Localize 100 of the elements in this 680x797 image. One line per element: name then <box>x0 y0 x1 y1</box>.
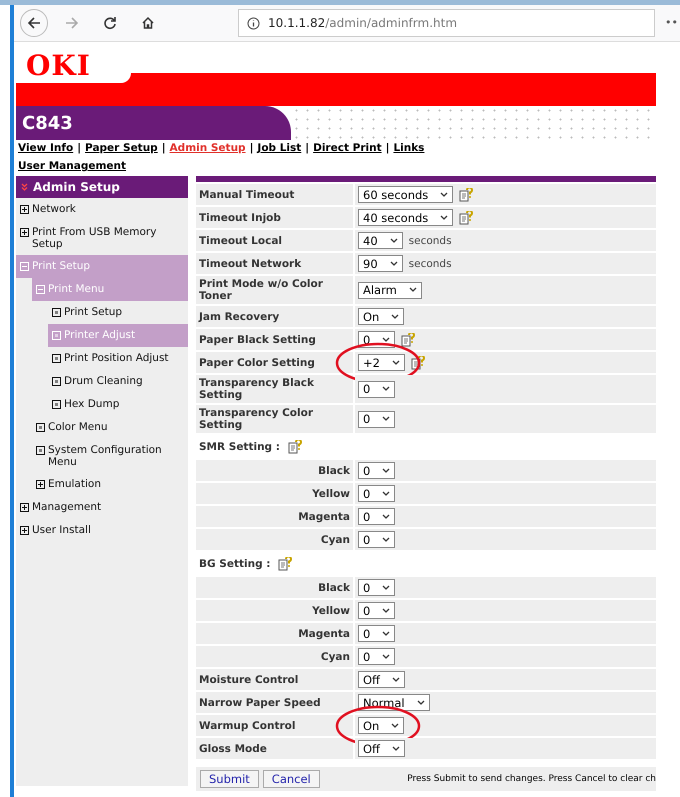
chevron-down-icon <box>391 722 400 728</box>
sidebar-item[interactable]: Print Setup <box>48 301 188 324</box>
expand-icon[interactable] <box>20 503 29 512</box>
setting-label: Transparency Color Setting <box>199 407 314 431</box>
select-field[interactable]: 0 <box>358 625 396 642</box>
sidebar-title: Admin Setup <box>16 176 188 198</box>
arrow-left-icon <box>27 16 41 30</box>
select-field[interactable]: 0 <box>358 602 396 619</box>
help-icon[interactable] <box>459 210 474 224</box>
page-icon[interactable] <box>52 400 61 409</box>
setting-label: Black <box>318 582 350 594</box>
select-field[interactable]: 0 <box>358 485 396 502</box>
select-field[interactable]: 0 <box>358 531 396 548</box>
select-field[interactable]: 0 <box>358 579 396 596</box>
separator: | <box>250 142 254 154</box>
select-field[interactable]: 90 <box>358 255 403 272</box>
page-icon[interactable] <box>52 354 61 363</box>
chevron-down-icon <box>382 536 390 542</box>
menu-icon[interactable]: •• <box>665 17 678 29</box>
setting-label: Cyan <box>320 534 350 546</box>
help-icon[interactable] <box>278 557 292 571</box>
nav-link[interactable]: Direct Print <box>313 142 382 154</box>
back-button[interactable] <box>20 9 48 37</box>
sidebar-item[interactable]: Hex Dump <box>48 393 188 416</box>
sidebar-item[interactable]: Drum Cleaning <box>48 370 188 393</box>
chevron-down-icon <box>382 336 390 342</box>
select-field[interactable]: 40 <box>358 232 403 249</box>
nav-link[interactable]: View Info <box>18 142 74 154</box>
help-icon[interactable] <box>410 356 425 370</box>
chevron-down-icon <box>382 654 390 660</box>
setting-label: Gloss Mode <box>199 742 267 754</box>
separator: | <box>77 142 82 154</box>
setting-label: Narrow Paper Speed <box>199 696 321 708</box>
sidebar-item[interactable]: System Configuration Menu <box>32 439 188 473</box>
chevron-down-icon <box>390 238 398 244</box>
cancel-button[interactable]: Cancel <box>262 770 320 788</box>
page-icon[interactable] <box>36 423 45 432</box>
setting-label: Paper Color Setting <box>199 356 315 368</box>
info-icon[interactable] <box>247 16 260 30</box>
select-field[interactable]: Off <box>358 740 405 757</box>
select-field[interactable]: 60 seconds <box>358 186 454 203</box>
select-field[interactable]: 0 <box>358 462 396 479</box>
section-label: BG Setting : <box>199 558 270 570</box>
setting-label: Jam Recovery <box>199 310 280 322</box>
sidebar-item[interactable]: Print Position Adjust <box>48 347 188 370</box>
sidebar-item[interactable]: Color Menu <box>32 416 188 439</box>
setting-label: Yellow <box>312 604 350 616</box>
nav-link[interactable]: User Management <box>18 160 126 172</box>
unit-label: seconds <box>408 258 452 270</box>
sidebar-item[interactable]: Emulation <box>32 473 188 496</box>
page-icon[interactable] <box>52 308 61 317</box>
chevron-down-icon <box>392 746 400 752</box>
nav-link[interactable]: Job List <box>257 142 302 154</box>
select-field[interactable]: Off <box>358 671 405 688</box>
select-field[interactable]: +2 <box>358 354 405 371</box>
nav-link[interactable]: Links <box>393 142 424 154</box>
setting-label: Cyan <box>320 650 350 662</box>
nav-link[interactable]: Admin Setup <box>170 142 246 154</box>
help-icon[interactable] <box>401 332 416 346</box>
page-icon[interactable] <box>36 446 45 455</box>
hint-text: Press Submit to send changes. Press Cancel to clear ch <box>407 773 656 785</box>
sidebar-item[interactable]: Management <box>16 496 188 519</box>
model-banner: C843 <box>16 106 291 140</box>
submit-button[interactable]: Submit <box>200 770 259 788</box>
chevron-down-icon <box>382 608 390 614</box>
chevron-down-icon <box>382 514 390 520</box>
separator: | <box>386 142 390 154</box>
select-field[interactable]: On <box>358 717 404 734</box>
chevron-icon <box>21 183 28 191</box>
help-icon[interactable] <box>459 188 474 202</box>
select-field[interactable]: On <box>358 308 404 325</box>
expand-icon[interactable] <box>36 480 45 489</box>
section-label: SMR Setting : <box>199 441 280 453</box>
help-icon[interactable] <box>288 440 302 454</box>
select-field[interactable]: 0 <box>358 410 396 428</box>
separator: | <box>305 142 310 154</box>
select-field[interactable]: 40 seconds <box>358 209 454 226</box>
setting-label: Paper Black Setting <box>199 334 316 346</box>
setting-label: Timeout Injob <box>199 212 281 224</box>
page-icon[interactable] <box>52 377 61 386</box>
expand-icon[interactable] <box>20 228 29 237</box>
nav-link[interactable]: Paper Setup <box>85 142 158 154</box>
sidebar-item[interactable]: User Install <box>16 519 188 542</box>
expand-icon[interactable] <box>20 205 29 214</box>
select-field[interactable]: 0 <box>358 380 396 398</box>
select-field[interactable]: Alarm <box>358 282 422 298</box>
chevron-down-icon <box>440 214 448 220</box>
setting-label: Print Mode w/o Color Toner <box>199 278 324 302</box>
setting-label: Magenta <box>298 510 350 522</box>
expand-icon[interactable] <box>20 526 29 535</box>
address-field[interactable]: 10.1.1.82/admin/adminfrm.htm <box>238 9 656 37</box>
select-field[interactable]: 0 <box>358 648 396 665</box>
sidebar-item[interactable]: Network <box>16 198 188 221</box>
select-field[interactable]: 0 <box>358 508 396 525</box>
chevron-down-icon <box>408 287 417 293</box>
chevron-down-icon <box>416 700 425 706</box>
reload-icon <box>103 16 117 30</box>
chevron-down-icon <box>392 676 400 682</box>
home-icon <box>141 16 155 30</box>
sidebar-item[interactable]: Print From USB Memory Setup <box>16 221 188 255</box>
